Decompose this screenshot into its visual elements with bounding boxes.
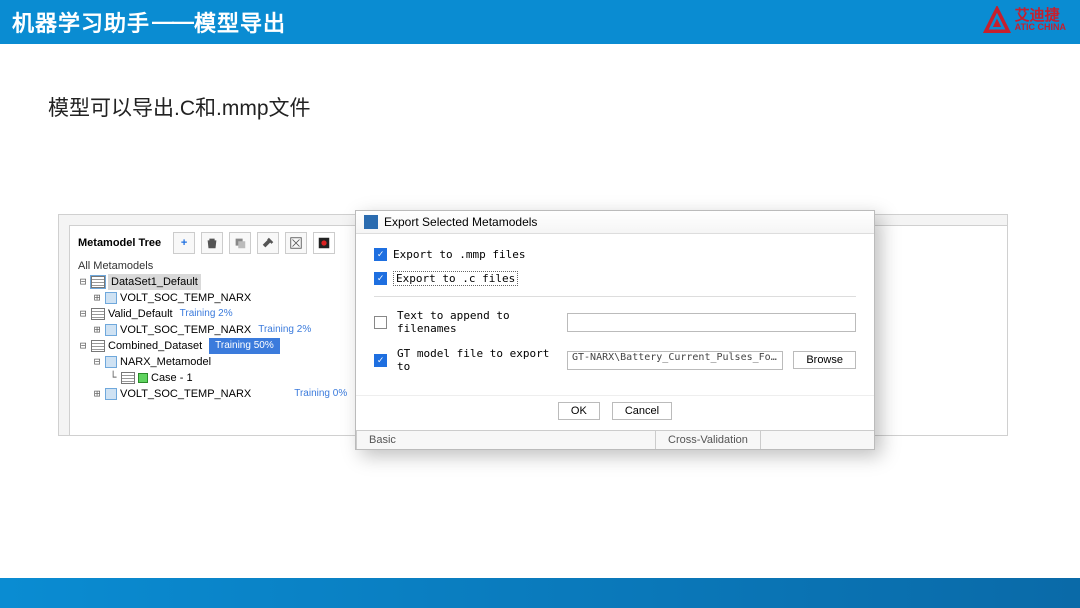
add-icon[interactable]: + <box>173 232 195 254</box>
gtmodel-label: GT model file to export to <box>397 347 557 373</box>
dialog-title: Export Selected Metamodels <box>384 215 537 229</box>
training-badge: Training 0% <box>294 386 347 402</box>
tab-basic[interactable]: Basic <box>356 431 656 449</box>
dialog-icon <box>364 215 378 229</box>
case-icon <box>138 373 148 383</box>
export-c-label: Export to .c files <box>393 271 518 286</box>
logo-text-en: ATIC CHINA <box>1015 23 1066 32</box>
append-filename-row: Text to append to filenames <box>374 309 856 335</box>
record-icon[interactable] <box>313 232 335 254</box>
company-logo: 艾迪捷 ATIC CHINA <box>983 6 1066 34</box>
export-dialog: Export Selected Metamodels ✓ Export to .… <box>355 210 875 450</box>
cancel-button[interactable]: Cancel <box>612 402 672 420</box>
checkbox-checked-icon[interactable]: ✓ <box>374 354 387 367</box>
copy-icon[interactable] <box>229 232 251 254</box>
model-icon <box>105 324 117 336</box>
tree-label: VOLT_SOC_TEMP_NARX <box>120 322 251 338</box>
page-subtitle: 模型可以导出.C和.mmp文件 <box>0 44 1080 122</box>
export-c-row[interactable]: ✓ Export to .c files <box>374 271 856 286</box>
dialog-titlebar[interactable]: Export Selected Metamodels <box>356 211 874 234</box>
append-label: Text to append to filenames <box>397 309 557 335</box>
browse-button[interactable]: Browse <box>793 351 856 369</box>
page-title-bar: 机器学习助手 —— 模型导出 <box>0 0 1080 44</box>
export-mmp-row[interactable]: ✓ Export to .mmp files <box>374 248 856 261</box>
hammer-icon[interactable] <box>257 232 279 254</box>
table-icon <box>121 372 135 384</box>
divider <box>374 296 856 297</box>
training-badge: Training 50% <box>209 338 280 354</box>
table-icon <box>91 308 105 320</box>
training-badge: Training 2% <box>258 322 311 338</box>
footer-bar <box>0 578 1080 608</box>
tree-label: DataSet1_Default <box>108 274 201 290</box>
cancel-box-icon[interactable] <box>285 232 307 254</box>
title-left: 机器学习助手 <box>12 6 150 38</box>
table-icon <box>91 276 105 288</box>
dialog-tabs: Basic Cross-Validation <box>356 430 874 449</box>
dialog-button-row: OK Cancel <box>356 395 874 430</box>
gtmodel-row: ✓ GT model file to export to GT-NARX\Bat… <box>374 347 856 373</box>
panel-title: Metamodel Tree <box>78 237 161 249</box>
tree-label: NARX_Metamodel <box>120 354 211 370</box>
model-icon <box>105 292 117 304</box>
training-badge: Training 2% <box>180 306 233 322</box>
tree-label: VOLT_SOC_TEMP_NARX <box>120 290 251 306</box>
export-mmp-label: Export to .mmp files <box>393 248 525 261</box>
ok-button[interactable]: OK <box>558 402 600 420</box>
model-icon <box>105 356 117 368</box>
append-input[interactable] <box>567 313 856 332</box>
table-icon <box>91 340 105 352</box>
checkbox-checked-icon[interactable]: ✓ <box>374 272 387 285</box>
title-right: 模型导出 <box>194 6 286 38</box>
tab-cross-validation[interactable]: Cross-Validation <box>656 431 761 449</box>
tree-label: VOLT_SOC_TEMP_NARX <box>120 386 251 402</box>
model-icon <box>105 388 117 400</box>
tree-label: Combined_Dataset <box>108 338 202 354</box>
gtmodel-input[interactable]: GT-NARX\Battery_Current_Pulses_For_ATIC_… <box>567 351 783 370</box>
tree-label: Valid_Default <box>108 306 173 322</box>
trash-icon[interactable] <box>201 232 223 254</box>
logo-text-cn: 艾迪捷 <box>1015 8 1066 23</box>
checkbox-unchecked-icon[interactable] <box>374 316 387 329</box>
title-separator: —— <box>152 9 192 35</box>
checkbox-checked-icon[interactable]: ✓ <box>374 248 387 261</box>
logo-mark-icon <box>983 6 1011 34</box>
tree-label: Case - 1 <box>151 370 193 386</box>
